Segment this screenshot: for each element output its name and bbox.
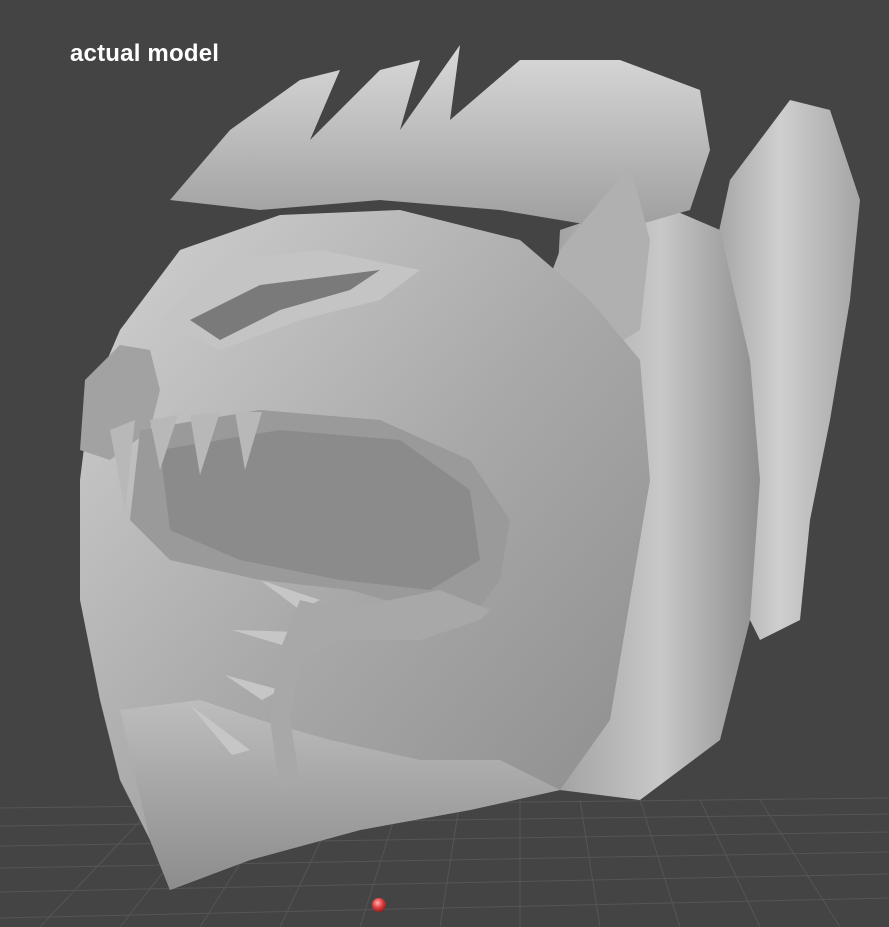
viewport-label: actual model [70, 40, 220, 67]
helmet-3d-model[interactable] [80, 45, 860, 890]
3d-viewport[interactable]: actual model [0, 0, 889, 927]
origin-point-marker [372, 898, 386, 912]
floor-grid [0, 797, 889, 927]
viewport-canvas [0, 45, 889, 927]
